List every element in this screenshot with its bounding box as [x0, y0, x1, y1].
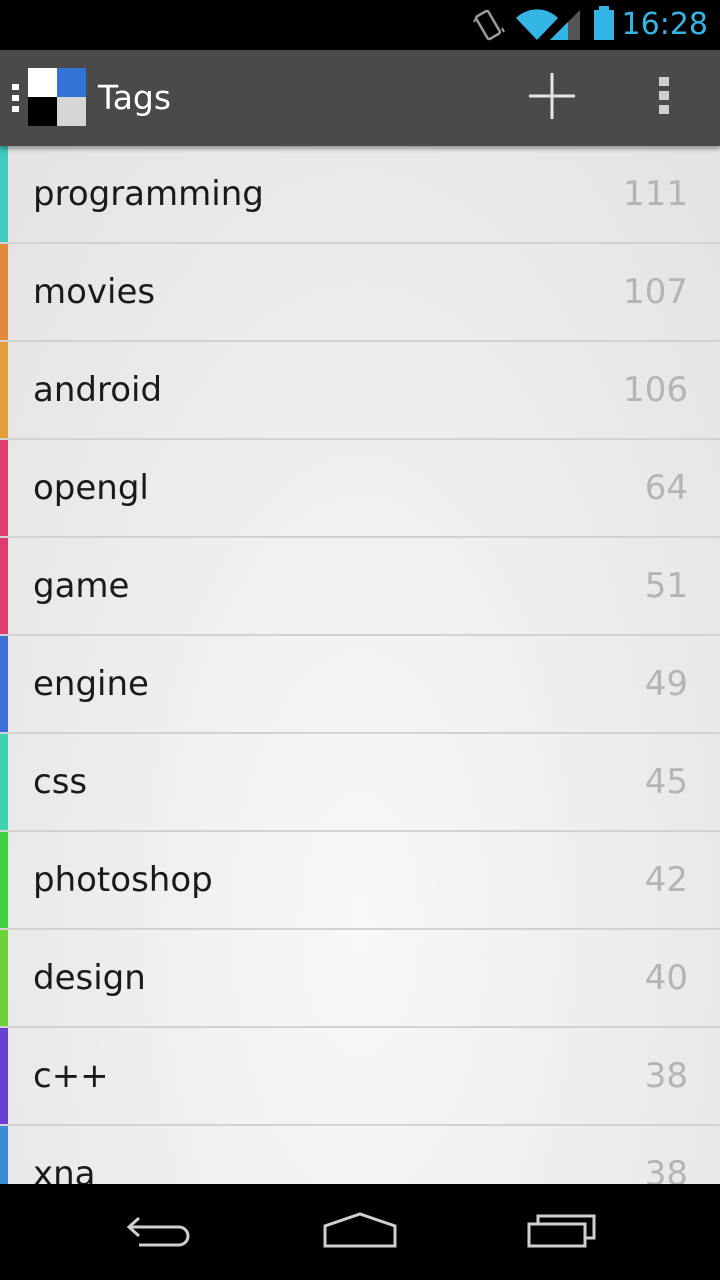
tag-count: 64: [644, 468, 688, 508]
tag-color-indicator: [0, 930, 8, 1026]
overflow-menu-icon: [658, 76, 670, 120]
tag-color-indicator: [0, 146, 8, 242]
home-icon: [322, 1210, 398, 1254]
tag-count: 51: [644, 566, 688, 606]
app-logo-icon[interactable]: [28, 68, 86, 126]
tag-row[interactable]: design 40: [0, 930, 720, 1028]
tag-name: c++: [33, 1056, 109, 1096]
tag-count: 45: [644, 762, 688, 802]
tag-count: 38: [644, 1154, 688, 1184]
page-title: Tags: [98, 78, 172, 117]
tag-name: opengl: [33, 468, 149, 508]
tag-count: 40: [644, 958, 688, 998]
tag-color-indicator: [0, 734, 8, 830]
tag-count: 106: [623, 370, 688, 410]
recent-apps-icon: [526, 1210, 598, 1254]
tag-count: 111: [623, 174, 688, 214]
tag-color-indicator: [0, 342, 8, 438]
tag-name: game: [33, 566, 130, 606]
back-button[interactable]: [100, 1200, 220, 1264]
vibrate-icon: [472, 8, 506, 46]
back-icon: [125, 1210, 195, 1254]
tag-row[interactable]: css 45: [0, 734, 720, 832]
action-bar: Tags: [0, 50, 720, 146]
battery-icon: [592, 6, 616, 46]
add-icon: [527, 71, 577, 125]
tag-color-indicator: [0, 1126, 8, 1184]
tag-row[interactable]: c++ 38: [0, 1028, 720, 1126]
status-time: 16:28: [621, 7, 708, 42]
status-bar: 16:28: [0, 0, 720, 50]
drawer-indicator-icon[interactable]: [12, 84, 20, 116]
tag-row[interactable]: opengl 64: [0, 440, 720, 538]
tag-name: xna: [33, 1154, 96, 1184]
add-tag-button[interactable]: [516, 64, 588, 132]
tag-list[interactable]: programming 111 movies 107 android 106 opengl 6…: [0, 146, 720, 1184]
tag-name: engine: [33, 664, 149, 704]
tag-color-indicator: [0, 1028, 8, 1124]
tag-row[interactable]: game 51: [0, 538, 720, 636]
tag-count: 42: [644, 860, 688, 900]
tag-row[interactable]: xna 38: [0, 1126, 720, 1184]
overflow-menu-button[interactable]: [632, 64, 696, 132]
navigation-bar: [0, 1184, 720, 1280]
tag-row[interactable]: programming 111: [0, 146, 720, 244]
home-button[interactable]: [300, 1200, 420, 1264]
tag-count: 107: [623, 272, 688, 312]
tag-row[interactable]: photoshop 42: [0, 832, 720, 930]
tag-name: programming: [33, 174, 264, 214]
cell-signal-icon: [548, 8, 582, 46]
recent-apps-button[interactable]: [502, 1200, 622, 1264]
tag-color-indicator: [0, 832, 8, 928]
tag-color-indicator: [0, 440, 8, 536]
tag-name: android: [33, 370, 163, 410]
tag-row[interactable]: android 106: [0, 342, 720, 440]
tag-color-indicator: [0, 538, 8, 634]
tag-color-indicator: [0, 244, 8, 340]
tag-row[interactable]: movies 107: [0, 244, 720, 342]
tag-name: design: [33, 958, 146, 998]
tag-name: movies: [33, 272, 156, 312]
tag-color-indicator: [0, 636, 8, 732]
tag-count: 49: [644, 664, 688, 704]
tag-name: css: [33, 762, 88, 802]
tag-name: photoshop: [33, 860, 213, 900]
tag-count: 38: [644, 1056, 688, 1096]
tag-row[interactable]: engine 49: [0, 636, 720, 734]
screen: 16:28 Tags programming 111 movies 107 an…: [0, 0, 720, 1280]
